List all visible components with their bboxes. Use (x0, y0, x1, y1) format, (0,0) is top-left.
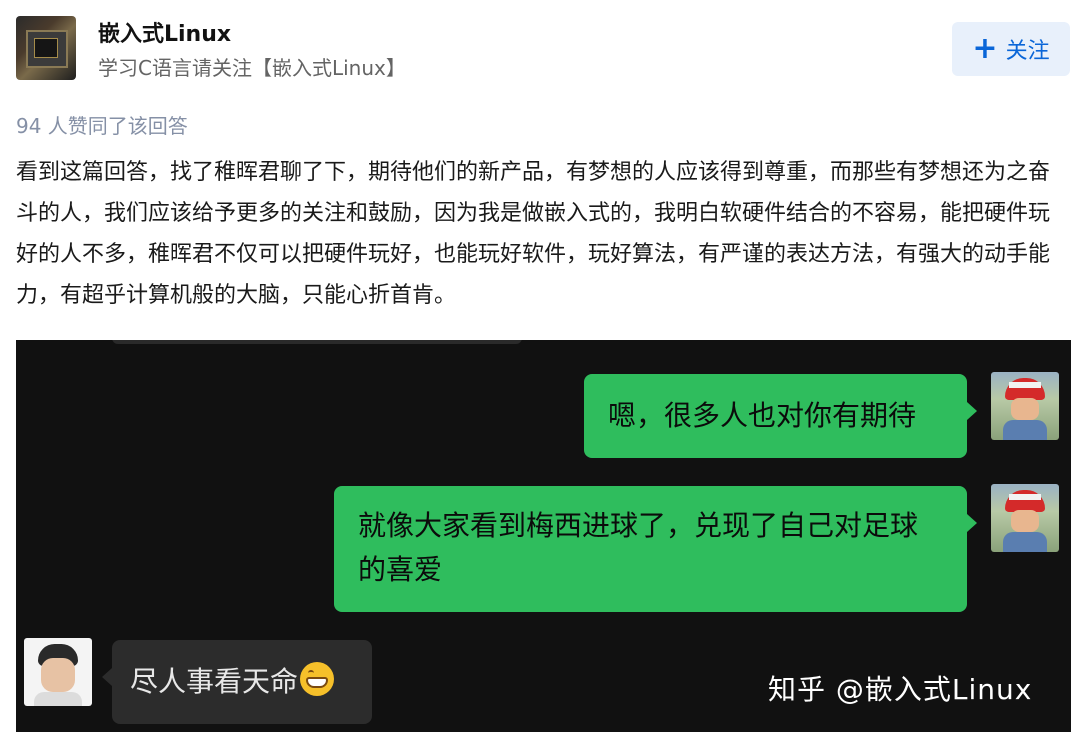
chat-message-text: 尽人事看天命 (130, 665, 299, 698)
author-avatar[interactable] (16, 16, 76, 80)
author-name[interactable]: 嵌入式Linux (98, 16, 231, 48)
plus-icon: + (972, 31, 998, 66)
author-bio: 学习C语言请关注【嵌入式Linux】 (98, 56, 406, 80)
upvote-count: 94 人赞同了该回答 (16, 114, 188, 138)
follow-button[interactable]: + 关注 (952, 22, 1070, 76)
grinning-face-icon (300, 662, 335, 696)
chat-bubble-incoming: 尽人事看天命 (102, 640, 372, 724)
receiver-avatar (24, 638, 92, 706)
chat-message-text: 就像大家看到梅西进球了，兑现了自己对足球的喜爱 (358, 509, 919, 586)
follow-label: 关注 (1005, 39, 1050, 64)
answer-paragraph: 看到这篇回答，找了稚晖君聊了下，期待他们的新产品，有梦想的人应该得到尊重，而那些… (16, 160, 1051, 308)
previous-message-edge (112, 340, 522, 344)
chat-bubble-outgoing: 嗯，很多人也对你有期待 (584, 374, 977, 458)
chat-screenshot: 嗯，很多人也对你有期待 就像大家看到梅西进球了，兑现了自己对足球的喜爱 尽人事看… (16, 340, 1071, 732)
sender-avatar (991, 372, 1059, 440)
zhihu-watermark: 知乎 @嵌入式Linux (768, 673, 1033, 706)
circuit-board-image (26, 30, 68, 68)
chat-message-text: 嗯，很多人也对你有期待 (608, 399, 917, 432)
chat-bubble-outgoing: 就像大家看到梅西进球了，兑现了自己对足球的喜爱 (334, 486, 977, 612)
sender-avatar (991, 484, 1059, 552)
